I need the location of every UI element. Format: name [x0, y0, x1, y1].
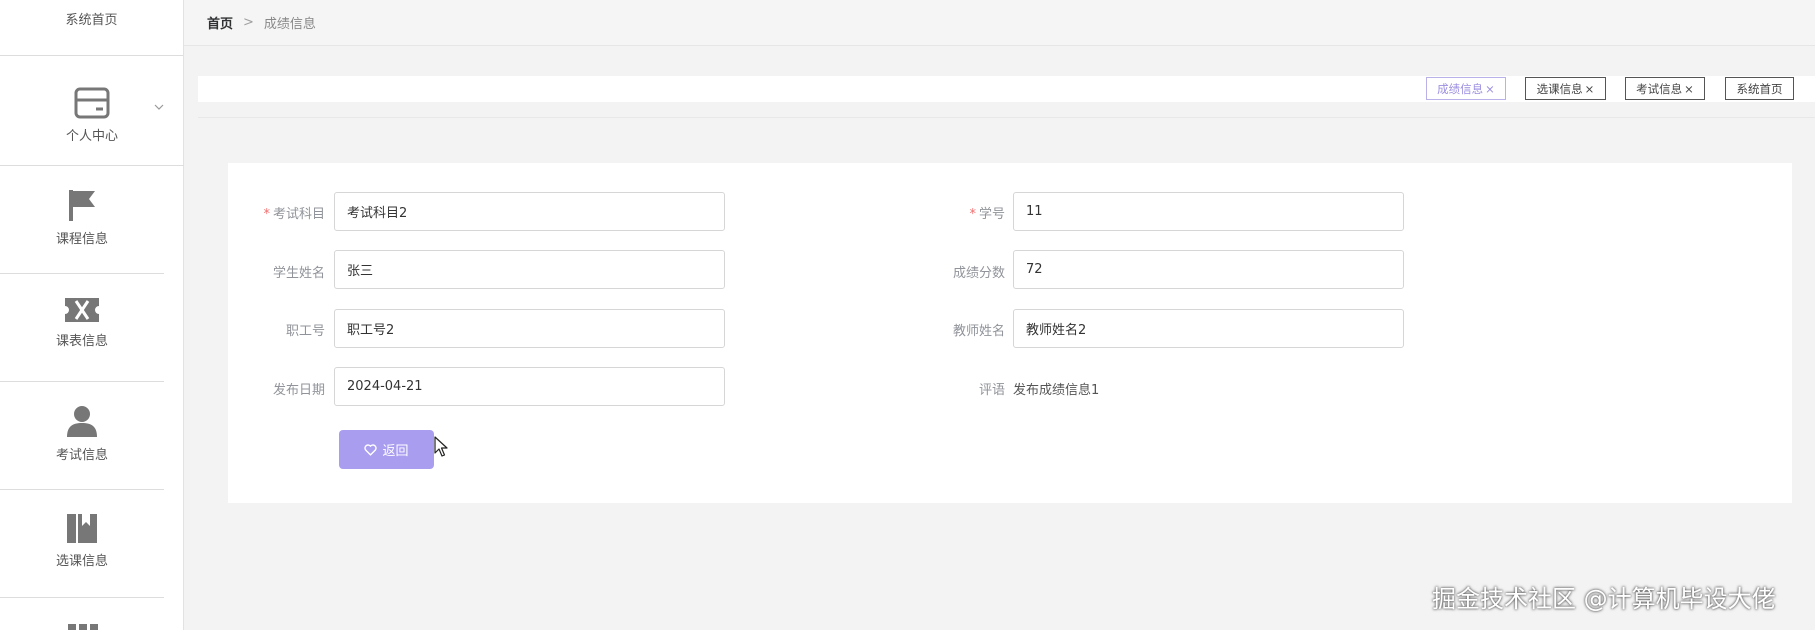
user-icon	[67, 406, 97, 437]
breadcrumb-home[interactable]: 首页	[207, 13, 233, 32]
student-name-label: 学生姓名	[272, 266, 325, 281]
sidebar-item-selection[interactable]: 选课信息	[0, 490, 164, 598]
breadcrumb-separator: >	[243, 15, 254, 30]
comment-label: 评语	[978, 383, 1005, 398]
tag-exam-info[interactable]: 考试信息 ×	[1625, 77, 1705, 100]
publish-date-field[interactable]: 2024-04-21	[334, 367, 725, 406]
exam-subject-label: * 考试科目	[263, 207, 325, 222]
mouse-cursor-icon	[434, 436, 448, 457]
heart-icon	[364, 443, 378, 456]
required-mark: *	[263, 207, 270, 222]
student-no-label: * 学号	[969, 207, 1005, 222]
ticket-icon	[65, 298, 99, 322]
tag-label: 选课信息	[1536, 81, 1583, 96]
teacher-name-field[interactable]: 教师姓名2	[1013, 309, 1404, 348]
sidebar-item-personal-center[interactable]: 个人中心	[0, 56, 184, 166]
sidebar-item-label: 课程信息	[55, 232, 108, 247]
staff-no-label: 职工号	[285, 324, 325, 339]
sidebar: 系统首页 个人中心 课程信息 课表信息 考试信息 选课信息	[0, 0, 184, 630]
chevron-down-icon[interactable]	[154, 104, 164, 110]
tag-score-info[interactable]: 成绩信息 ×	[1426, 77, 1506, 100]
sidebar-item-exam[interactable]: 考试信息	[0, 382, 164, 490]
flag-icon	[69, 190, 95, 221]
student-name-field[interactable]: 张三	[334, 250, 725, 289]
book-icon	[67, 514, 97, 543]
tag-selection-info[interactable]: 选课信息 ×	[1525, 77, 1606, 100]
close-icon[interactable]: ×	[1684, 82, 1694, 96]
staff-no-field[interactable]: 职工号2	[334, 309, 725, 348]
sidebar-item-course[interactable]: 课程信息	[0, 166, 164, 274]
tag-label: 成绩信息	[1437, 81, 1484, 96]
tag-label: 考试信息	[1636, 81, 1683, 96]
sidebar-item-label: 课表信息	[55, 334, 108, 349]
breadcrumb-current: 成绩信息	[263, 17, 316, 32]
sidebar-item-home[interactable]: 系统首页	[0, 0, 183, 56]
divider	[198, 117, 1815, 118]
back-button-label: 返回	[382, 443, 409, 458]
publish-date-label: 发布日期	[272, 383, 325, 398]
score-field[interactable]: 72	[1013, 250, 1404, 289]
required-mark: *	[969, 207, 976, 222]
breadcrumb: 首页 > 成绩信息	[184, 0, 1815, 46]
tag-label: 系统首页	[1736, 81, 1783, 96]
teacher-name-label: 教师姓名	[952, 324, 1005, 339]
tag-system-home[interactable]: 系统首页	[1725, 77, 1794, 100]
back-button[interactable]: 返回	[339, 430, 434, 469]
sidebar-item-label: 考试信息	[55, 448, 108, 463]
sidebar-item-schedule[interactable]: 课表信息	[0, 274, 164, 382]
comment-value: 发布成绩信息1	[1013, 383, 1100, 398]
student-no-field[interactable]: 11	[1013, 192, 1404, 231]
score-label: 成绩分数	[952, 266, 1005, 281]
sidebar-item-label: 选课信息	[55, 554, 108, 569]
exam-subject-field[interactable]: 考试科目2	[334, 192, 725, 231]
grid-icon	[68, 624, 98, 630]
close-icon[interactable]: ×	[1485, 82, 1495, 96]
card-icon	[74, 87, 110, 119]
close-icon[interactable]: ×	[1585, 82, 1595, 96]
sidebar-item-label: 个人中心	[65, 129, 118, 144]
sidebar-item-label: 系统首页	[65, 13, 118, 28]
watermark: 掘金技术社区 @计算机毕设大佬	[1432, 585, 1776, 613]
